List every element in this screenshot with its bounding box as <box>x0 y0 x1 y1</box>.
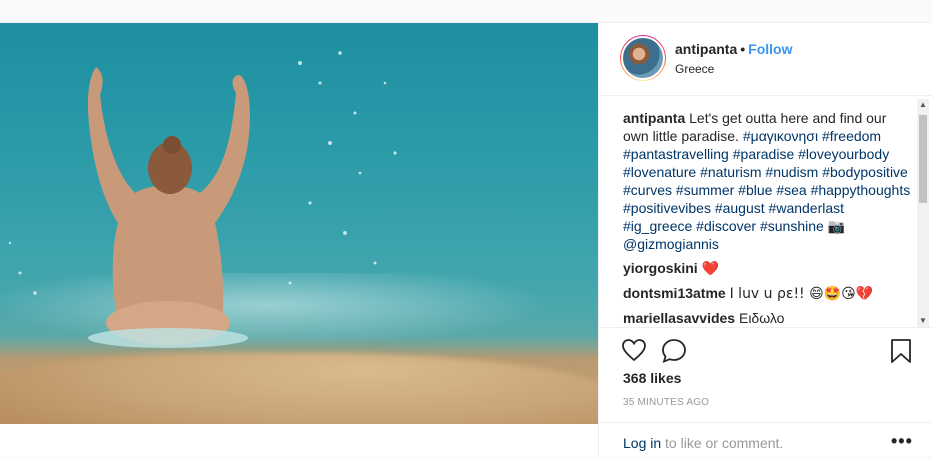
hashtag-link[interactable]: #lovenature <box>623 164 696 180</box>
likes-count[interactable]: 368 likes <box>623 370 681 386</box>
hashtag-link[interactable]: #wanderlast <box>769 200 845 216</box>
location-link[interactable]: Greece <box>675 62 714 76</box>
hashtag-link[interactable]: #sea <box>776 182 806 198</box>
comment-username[interactable]: dontsmi13atme <box>623 285 726 301</box>
scroll-down-arrow-icon[interactable]: ▼ <box>917 315 929 327</box>
post-sidebar: antipanta • Follow Greece antipanta Let's … <box>598 23 932 456</box>
login-prompt: Log in to like or comment. ••• <box>599 422 932 459</box>
caption-fragment: 📷 <box>823 218 846 234</box>
caption-username[interactable]: antipanta <box>623 110 685 126</box>
hashtag-link[interactable]: #bodypositive <box>822 164 908 180</box>
hashtag-link[interactable]: #loveyourbody <box>798 146 889 162</box>
hashtag-link[interactable]: #nudism <box>765 164 818 180</box>
avatar[interactable] <box>621 36 665 80</box>
caption: antipanta Let's get outta here and find … <box>623 109 915 253</box>
hashtag-link[interactable]: #august <box>715 200 765 216</box>
hashtag-link[interactable]: #blue <box>738 182 772 198</box>
comment-username[interactable]: mariellasavvides <box>623 310 735 325</box>
login-text: Log in to like or comment. <box>623 435 783 451</box>
instagram-post: antipanta • Follow Greece antipanta Let's … <box>0 22 932 456</box>
scrollbar-thumb[interactable] <box>919 115 927 203</box>
hashtag-link[interactable]: #curves <box>623 182 672 198</box>
mention-link[interactable]: @gizmogiannis <box>623 236 719 252</box>
more-options-icon[interactable]: ••• <box>891 431 913 452</box>
sand-foreground <box>0 353 598 424</box>
comments-list[interactable]: antipanta Let's get outta here and find … <box>623 109 915 325</box>
post-actions: 368 likes 35 MINUTES AGO Log in to like … <box>599 327 932 458</box>
heart-outline-icon[interactable] <box>621 338 647 362</box>
scroll-up-arrow-icon[interactable]: ▲ <box>917 99 929 111</box>
separator-dot: • <box>740 41 746 57</box>
hashtag-link[interactable]: #paradise <box>733 146 795 162</box>
speech-bubble-icon[interactable] <box>661 338 687 364</box>
comments-scrollbar[interactable]: ▲ ▼ <box>917 99 929 327</box>
caption-text: Let's get outta here and find our own li… <box>623 110 910 252</box>
follow-button[interactable]: Follow <box>748 41 792 57</box>
comment-text: Ειδωλο <box>738 310 785 325</box>
login-rest-text: to like or comment. <box>661 435 784 451</box>
login-link[interactable]: Log in <box>623 435 661 451</box>
comment-text: ❤️ <box>701 261 720 277</box>
bookmark-icon[interactable] <box>890 338 912 364</box>
comment-item: yiorgoskini ❤️ <box>623 259 915 278</box>
post-timestamp[interactable]: 35 MINUTES AGO <box>623 397 709 408</box>
hashtag-link[interactable]: #freedom <box>822 128 881 144</box>
post-header: antipanta • Follow Greece <box>599 23 932 96</box>
hashtag-link[interactable]: #happythoughts <box>811 182 911 198</box>
hashtag-link[interactable]: #μαγικονησι <box>743 128 818 144</box>
hashtag-link[interactable]: #summer <box>676 182 734 198</box>
comment-item: mariellasavvides Ειδωλο <box>623 309 915 325</box>
header-username[interactable]: antipanta <box>675 41 737 57</box>
hashtag-link[interactable]: #discover <box>696 218 756 234</box>
avatar-story-ring[interactable] <box>620 35 666 81</box>
comment-item: dontsmi13atme I luv u ρε!! 😄🤩😘💔 <box>623 284 915 303</box>
hashtag-link[interactable]: #naturism <box>700 164 761 180</box>
hashtag-link[interactable]: #ig_greece <box>623 218 692 234</box>
post-photo[interactable] <box>0 23 598 424</box>
comment-text: I luv u ρε!! 😄🤩😘💔 <box>729 286 874 302</box>
comment-username[interactable]: yiorgoskini <box>623 260 698 276</box>
header-user-row: antipanta • Follow <box>675 41 792 57</box>
hashtag-link[interactable]: #positivevibes <box>623 200 711 216</box>
hashtag-link[interactable]: #sunshine <box>760 218 824 234</box>
hashtag-link[interactable]: #pantastravelling <box>623 146 729 162</box>
